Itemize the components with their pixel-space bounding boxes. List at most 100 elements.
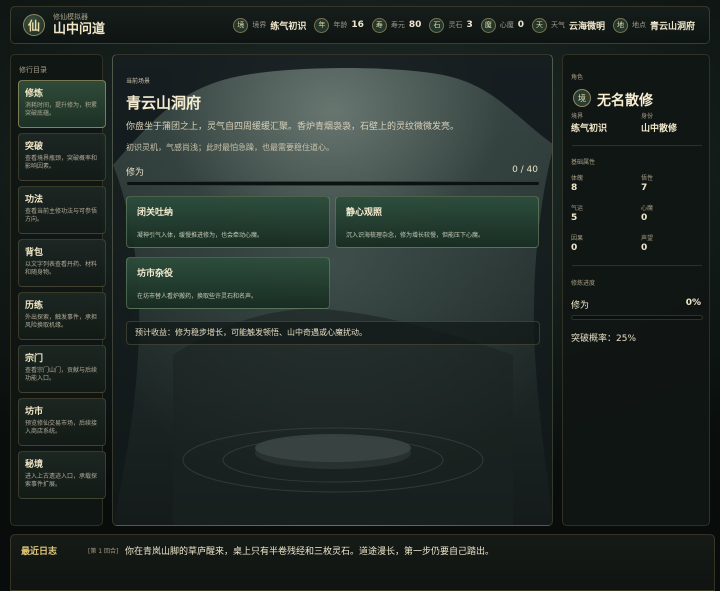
realm-value: 练气初识	[571, 124, 608, 134]
lifespan-badge-icon: 寿	[371, 17, 387, 33]
nav-item-name: 突破	[25, 142, 44, 152]
realm-emblem-icon: 境	[573, 89, 591, 107]
realm-badge-icon: 境	[233, 17, 249, 33]
sidebar-item-market[interactable]: 坊市 预览修仙交易市场，后续接入商店系统。	[18, 398, 106, 446]
app-root: 仙 修仙模拟器 山中问道 境 境界 练气初识 年 年龄 16 寿 寿元 80 石	[0, 0, 720, 591]
action-closed-meditation-button[interactable]: 闭关吐纳 凝神引气入体，缓慢推进修为，也会牵动心魔。	[126, 196, 330, 248]
attr-label: 声望	[641, 235, 654, 242]
stat-value: 练气初识	[270, 21, 307, 32]
action-desc: 凝神引气入体，缓慢推进修为，也会牵动心魔。	[137, 232, 264, 239]
nav-item-name: 修炼	[25, 89, 44, 99]
app-logo: 仙	[23, 14, 45, 36]
expected-gains: 预计收益：修为稳步增长，可能触发顿悟、山中奇遇或心魔扰动。	[126, 321, 540, 345]
stat-label: 寿元	[390, 21, 405, 29]
attr-value: 0	[571, 243, 578, 253]
attributes-title: 基础属性	[571, 159, 596, 166]
breakthrough-chance: 突破概率：25%	[571, 334, 637, 344]
action-title: 闭关吐纳	[137, 208, 174, 218]
stat-label: 境界	[252, 21, 267, 29]
cultivation-progress-label: 修为	[126, 168, 145, 178]
attr-value: 5	[571, 213, 578, 223]
stat-spirit-stones: 石 灵石 3	[429, 17, 473, 33]
sidebar-item-sect[interactable]: 宗门 查看宗门山门，贡献与后续功能入口。	[18, 345, 106, 393]
nav-item-name: 历练	[25, 301, 44, 311]
divider	[572, 145, 702, 146]
sidebar-item-inventory[interactable]: 背包 以文字列表查看丹药、材料和随身物。	[18, 239, 106, 287]
sidebar-item-techniques[interactable]: 功法 查看当前主修功法与可参悟方向。	[18, 186, 106, 234]
stat-heart-demon: 魔 心魔 0	[480, 17, 524, 33]
nav-item-desc: 外出探索，触发事件，承担风险换取机缘。	[25, 314, 98, 330]
action-title: 静心观照	[346, 208, 383, 218]
log-round: [第 1 回合]	[88, 548, 119, 555]
scene-subdescription: 初识灵机，气感尚浅；此时最怕急躁，也最需要稳住道心。	[126, 143, 334, 152]
nav-item-desc: 预览修仙交易市场，后续接入商店系统。	[25, 420, 98, 436]
realm-label: 境界	[571, 113, 584, 120]
attr-label: 气运	[571, 205, 584, 212]
sidebar-item-adventure[interactable]: 历练 外出探索，触发事件，承担风险换取机缘。	[18, 292, 106, 340]
age-badge-icon: 年	[314, 17, 330, 33]
stat-lifespan: 寿 寿元 80	[371, 17, 422, 33]
nav-item-desc: 消耗时间，提升修为，积累突破底蕴。	[25, 102, 98, 118]
divider	[572, 265, 702, 266]
top-header: 仙 修仙模拟器 山中问道 境 境界 练气初识 年 年龄 16 寿 寿元 80 石	[10, 6, 710, 44]
sidebar-item-secret-realm[interactable]: 秘境 进入上古遗迹入口，承载探索事件扩展。	[18, 451, 106, 499]
attr-value: 8	[571, 183, 578, 193]
action-title: 坊市杂役	[137, 269, 174, 279]
nav-item-name: 坊市	[25, 407, 44, 417]
action-calm-mind-button[interactable]: 静心观照 沉入识海梳理杂念，修为增长较慢，但能压下心魔。	[335, 196, 539, 248]
attr-label: 体魄	[571, 175, 584, 182]
stat-label: 心魔	[499, 21, 514, 29]
sidebar-item-cultivate[interactable]: 修炼 消耗时间，提升修为，积累突破底蕴。	[18, 80, 106, 128]
action-desc: 在坊市替人看炉搬药，换取些许灵石和名声。	[137, 293, 258, 300]
sidebar-title: 修行目录	[19, 66, 47, 74]
nav-item-desc: 查看当前主修功法与可参悟方向。	[25, 208, 98, 224]
cultivation-label: 修为	[571, 301, 590, 311]
attr-label: 悟性	[641, 175, 654, 182]
character-panel: 角色 境 无名散修 境界 身份 练气初识 山中散修 基础属性 体魄 8 悟性 7…	[562, 54, 710, 526]
attr-value: 0	[641, 213, 648, 223]
brand-subtitle: 修仙模拟器	[53, 12, 88, 21]
identity-value: 山中散修	[641, 124, 678, 134]
cultivation-progress-bar	[126, 181, 540, 186]
demon-badge-icon: 魔	[480, 17, 496, 33]
attr-label: 心魔	[641, 205, 654, 212]
attr-value: 7	[641, 183, 648, 193]
log-title: 最近日志	[21, 547, 58, 557]
brand-title: 山中问道	[53, 21, 106, 37]
log-entry: 你在青岚山脚的草庐醒来，桌上只有半卷残经和三枚灵石。道途漫长，第一步仍要自己踏出…	[125, 547, 495, 557]
attr-value: 0	[641, 243, 648, 253]
attr-label: 因果	[571, 235, 584, 242]
nav-item-name: 宗门	[25, 354, 44, 364]
recent-log-panel: 最近日志 [第 1 回合] 你在青岚山脚的草庐醒来，桌上只有半卷残经和三枚灵石。…	[10, 534, 715, 591]
stat-value: 0	[517, 20, 524, 30]
scene-panel: 当前场景 青云山洞府 你盘坐于蒲团之上，灵气自四周缓缓汇聚。香炉青烟袅袅，石壁上…	[112, 54, 553, 526]
sidebar-nav: 修炼 消耗时间，提升修为，积累突破底蕴。 突破 查看境界瓶颈，突破概率和影响因素…	[18, 80, 106, 504]
weather-badge-icon: 天	[531, 17, 547, 33]
stat-value: 16	[351, 20, 364, 30]
stone-badge-icon: 石	[429, 17, 445, 33]
scene-label: 当前场景	[126, 78, 151, 85]
identity-label: 身份	[641, 113, 654, 120]
cultivation-percent-bar	[571, 315, 703, 320]
cultivation-percent: 0%	[685, 298, 701, 308]
stat-value: 80	[408, 20, 422, 30]
stat-age: 年 年龄 16	[314, 17, 364, 33]
stat-value: 云海微明	[568, 21, 605, 32]
scene-title: 青云山洞府	[126, 94, 202, 112]
brand: 修仙模拟器 山中问道	[53, 12, 106, 37]
stat-weather: 天 天气 云海微明	[531, 17, 605, 33]
cultivation-progress-value: 0 / 40	[512, 165, 538, 175]
sidebar-item-breakthrough[interactable]: 突破 查看境界瓶颈，突破概率和影响因素。	[18, 133, 106, 181]
status-bar: 境 境界 练气初识 年 年龄 16 寿 寿元 80 石 灵石 3 魔 心魔 0 …	[233, 17, 695, 33]
scene-description: 你盘坐于蒲团之上，灵气自四周缓缓汇聚。香炉青烟袅袅，石壁上的灵纹微微发亮。	[126, 122, 460, 132]
progress-title: 修炼进度	[571, 280, 596, 287]
nav-item-desc: 以文字列表查看丹药、材料和随身物。	[25, 261, 98, 277]
location-badge-icon: 地	[612, 17, 628, 33]
stat-location: 地 地点 青云山洞府	[612, 17, 695, 33]
action-market-chores-button[interactable]: 坊市杂役 在坊市替人看炉搬药，换取些许灵石和名声。	[126, 257, 330, 309]
nav-item-name: 背包	[25, 248, 44, 258]
nav-item-name: 秘境	[25, 460, 44, 470]
stat-label: 年龄	[333, 21, 348, 29]
stat-value: 3	[466, 20, 473, 30]
nav-item-name: 功法	[25, 195, 44, 205]
